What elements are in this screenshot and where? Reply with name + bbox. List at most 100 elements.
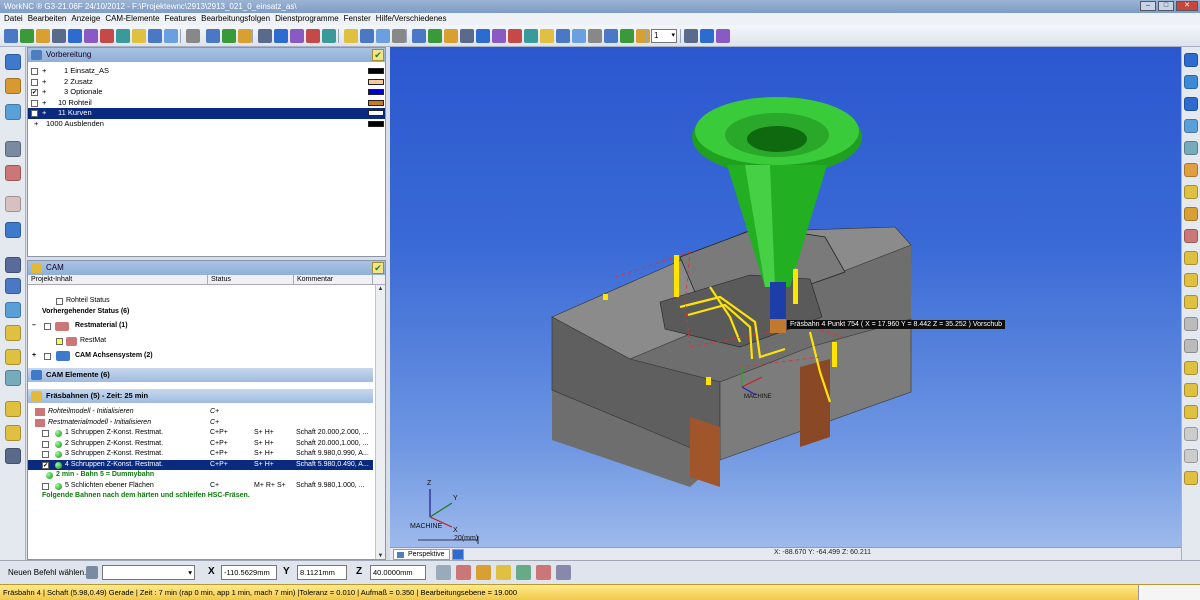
right-tool-icon[interactable] bbox=[1184, 251, 1198, 265]
menu-bearbeitungsfolgen[interactable]: Bearbeitungsfolgen bbox=[201, 13, 270, 25]
right-tool-icon[interactable] bbox=[1184, 317, 1198, 331]
toolpath-info-row[interactable]: 2 min - Bahn 5 = Dummybahn bbox=[28, 470, 373, 481]
checkbox[interactable] bbox=[56, 338, 63, 345]
tree-restmat[interactable]: RestMat bbox=[28, 336, 373, 347]
side-tool-icon[interactable] bbox=[5, 54, 21, 71]
col-status[interactable]: Status bbox=[208, 275, 294, 284]
toolpath-row[interactable]: ✔ 4 Schruppen Z-Konst. Restmat. C+P+ S+ H+ S… bbox=[28, 459, 373, 470]
toolbar-icon[interactable] bbox=[132, 29, 146, 43]
toolpath-row[interactable]: 3 Schruppen Z-Konst. Restmat. C+P+ S+ H+ Sc… bbox=[28, 449, 373, 460]
expand-icon[interactable]: + bbox=[42, 77, 46, 88]
toolbar-icon[interactable] bbox=[540, 29, 554, 43]
command-select[interactable]: ▾ bbox=[102, 565, 195, 580]
side-tool-icon[interactable] bbox=[5, 141, 21, 158]
toolbar-icon[interactable] bbox=[556, 29, 570, 43]
layer-color-swatch[interactable] bbox=[368, 68, 384, 74]
right-tool-icon[interactable] bbox=[1184, 339, 1198, 353]
right-tool-icon[interactable] bbox=[1184, 383, 1198, 397]
expand-icon[interactable]: + bbox=[42, 108, 46, 119]
right-tool-icon[interactable] bbox=[1184, 295, 1198, 309]
toolbar-icon[interactable] bbox=[84, 29, 98, 43]
right-tool-icon[interactable] bbox=[1184, 471, 1198, 485]
right-tool-icon[interactable] bbox=[1184, 141, 1198, 155]
toolbar-icon[interactable] bbox=[604, 29, 618, 43]
side-tool-icon[interactable] bbox=[5, 401, 21, 417]
x-field[interactable]: -110.5629mm bbox=[221, 565, 277, 580]
confirm-check-icon[interactable]: ✔ bbox=[372, 49, 384, 61]
toolbar-icon[interactable] bbox=[524, 29, 538, 43]
side-tool-icon[interactable] bbox=[5, 424, 21, 441]
toolbar-icon[interactable] bbox=[716, 29, 730, 43]
layer-row[interactable]: +11 Kurven bbox=[28, 108, 385, 119]
snap-icon[interactable] bbox=[556, 565, 571, 580]
toolbar-icon[interactable] bbox=[4, 29, 18, 43]
scroll-down-icon[interactable]: ▼ bbox=[376, 552, 385, 559]
layer-checkbox[interactable] bbox=[31, 68, 38, 75]
snap-icon[interactable] bbox=[496, 565, 511, 580]
toolbar-icon[interactable] bbox=[376, 29, 390, 43]
menu-features[interactable]: Features bbox=[165, 13, 197, 25]
toolpaths-bar[interactable]: Fräsbahnen (5) - Zeit: 25 min bbox=[28, 389, 373, 403]
right-tool-icon[interactable] bbox=[1184, 361, 1198, 375]
menu-fenster[interactable]: Fenster bbox=[344, 13, 371, 25]
toolbar-icon[interactable] bbox=[100, 29, 114, 43]
col-projekt-inhalt[interactable]: Projekt-Inhalt bbox=[28, 275, 208, 284]
toolpath-checkbox[interactable] bbox=[42, 482, 49, 490]
toolbar-icon[interactable] bbox=[116, 29, 130, 43]
layer-row[interactable]: ✔ +3 Optionale bbox=[28, 87, 385, 98]
right-tool-icon[interactable] bbox=[1184, 427, 1198, 441]
menu-datei[interactable]: Datei bbox=[4, 13, 23, 25]
layer-checkbox[interactable]: ✔ bbox=[31, 89, 38, 96]
tree-rohteil-status[interactable]: Rohteil Status bbox=[28, 296, 373, 307]
toolpath-row[interactable]: 1 Schruppen Z-Konst. Restmat. C+P+ S+ H+ Sc… bbox=[28, 428, 373, 439]
toolbar-icon[interactable] bbox=[508, 29, 522, 43]
toolbar-icon[interactable] bbox=[360, 29, 374, 43]
toolbar-icon[interactable] bbox=[186, 29, 200, 43]
toolbar-icon[interactable] bbox=[620, 29, 634, 43]
toolbar-icon[interactable] bbox=[412, 29, 426, 43]
side-tool-icon[interactable] bbox=[5, 77, 21, 94]
side-tool-icon[interactable] bbox=[5, 257, 21, 274]
menu-dienstprogramme[interactable]: Dienstprogramme bbox=[275, 13, 339, 25]
side-tool-icon[interactable] bbox=[5, 325, 21, 342]
layer-row[interactable]: +2 Zusatz bbox=[28, 77, 385, 88]
minimize-button[interactable]: – bbox=[1140, 1, 1156, 11]
toolbar-icon[interactable] bbox=[572, 29, 586, 43]
right-tool-icon[interactable] bbox=[1184, 405, 1198, 419]
view-cube-icon[interactable] bbox=[452, 549, 464, 560]
side-tool-icon[interactable] bbox=[5, 370, 21, 387]
toolpath-checkbox[interactable] bbox=[42, 430, 49, 437]
checkbox[interactable] bbox=[44, 353, 51, 360]
toolpath-checkbox[interactable] bbox=[42, 440, 49, 448]
layer-row[interactable]: +10 Rohteil bbox=[28, 98, 385, 109]
maximize-button[interactable]: □ bbox=[1158, 1, 1174, 11]
y-field[interactable]: 8.1121mm bbox=[297, 565, 347, 580]
zoom-select[interactable]: 1 bbox=[651, 29, 677, 43]
toolpath-row[interactable]: 2 Schruppen Z-Konst. Restmat. C+P+ S+ H+ Sc… bbox=[28, 439, 373, 450]
menu-hilfe[interactable]: Hilfe/Verschiedenes bbox=[376, 13, 447, 25]
toolpath-info-row[interactable]: Restmaterialmodell - Initialisieren C+ bbox=[28, 418, 373, 429]
toolbar-icon[interactable] bbox=[164, 29, 178, 43]
toolbar-icon[interactable] bbox=[636, 29, 650, 43]
cam-scrollbar[interactable]: ▲ ▼ bbox=[375, 285, 385, 559]
snap-icon[interactable] bbox=[436, 565, 451, 580]
side-tool-icon[interactable] bbox=[5, 448, 21, 465]
layer-color-swatch[interactable] bbox=[368, 89, 384, 95]
cam-confirm-check-icon[interactable]: ✔ bbox=[372, 262, 384, 274]
toolbar-icon[interactable] bbox=[238, 29, 252, 43]
snap-icon[interactable] bbox=[516, 565, 531, 580]
side-tool-icon[interactable] bbox=[5, 195, 21, 212]
toolbar-icon[interactable] bbox=[700, 29, 714, 43]
expand-icon[interactable]: + bbox=[34, 119, 38, 130]
toolpath-checkbox[interactable]: ✔ bbox=[42, 461, 49, 469]
checkbox[interactable] bbox=[56, 298, 63, 305]
toolbar-icon[interactable] bbox=[322, 29, 336, 43]
toolbar-icon[interactable] bbox=[392, 29, 406, 43]
checkbox[interactable] bbox=[44, 323, 51, 330]
right-tool-icon[interactable] bbox=[1184, 273, 1198, 287]
toolbar-icon[interactable] bbox=[344, 29, 358, 43]
toolbar-icon[interactable] bbox=[222, 29, 236, 43]
right-tool-icon[interactable] bbox=[1184, 229, 1198, 243]
layer-checkbox[interactable] bbox=[31, 99, 38, 107]
toolbar-icon[interactable] bbox=[444, 29, 458, 43]
